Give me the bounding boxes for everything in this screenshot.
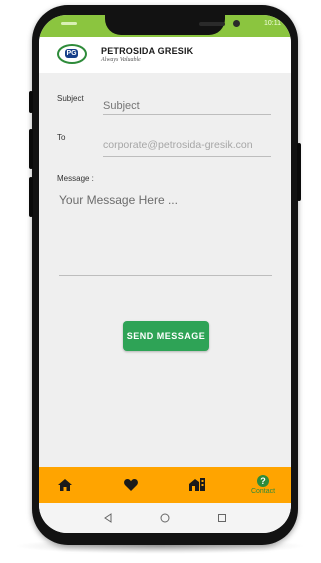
svg-text:?: ?: [260, 476, 266, 486]
status-time: 10:11: [264, 20, 281, 27]
brand-tagline: Always Valuable: [101, 57, 141, 63]
app-header: PG PETROSIDA GRESIK Always Valuable: [39, 37, 291, 73]
speaker: [199, 22, 225, 26]
subject-input[interactable]: [103, 97, 271, 115]
brand-name: PETROSIDA GRESIK: [101, 46, 194, 56]
nav-item-company[interactable]: [171, 467, 223, 503]
message-textarea[interactable]: Your Message Here ...: [59, 193, 272, 276]
nav-contact-label: Contact: [250, 488, 276, 495]
phone-frame: 10:11 PG PETROSIDA GRESIK Always Valuabl…: [29, 5, 301, 545]
back-icon[interactable]: [103, 513, 113, 523]
bottom-nav: ? Contact: [39, 467, 291, 503]
heart-icon: [124, 478, 138, 491]
company-logo: PG: [57, 44, 87, 64]
notch: [105, 15, 240, 35]
subject-label: Subject: [57, 94, 84, 103]
phone-screen: 10:11 PG PETROSIDA GRESIK Always Valuabl…: [39, 15, 291, 533]
home-circle-icon[interactable]: [160, 513, 170, 523]
side-button: [29, 91, 33, 113]
nav-item-favorites[interactable]: [105, 467, 157, 503]
message-label: Message :: [57, 174, 94, 183]
volume-down-button: [29, 177, 33, 217]
home-icon: [58, 478, 72, 491]
system-nav-bar: [39, 503, 291, 533]
to-field[interactable]: corporate@petrosida-gresik.con: [103, 139, 271, 157]
front-camera: [233, 20, 240, 27]
recents-icon[interactable]: [217, 513, 227, 523]
to-label: To: [57, 133, 66, 142]
nav-item-contact[interactable]: ? Contact: [237, 467, 289, 503]
status-indicator: [61, 22, 77, 25]
help-icon: ?: [257, 475, 269, 487]
nav-item-home[interactable]: [39, 467, 91, 503]
volume-up-button: [29, 129, 33, 169]
logo-mark: PG: [65, 49, 78, 58]
power-button: [297, 143, 301, 201]
building-icon: [189, 478, 205, 491]
send-message-button[interactable]: SEND MESSAGE: [123, 321, 209, 351]
